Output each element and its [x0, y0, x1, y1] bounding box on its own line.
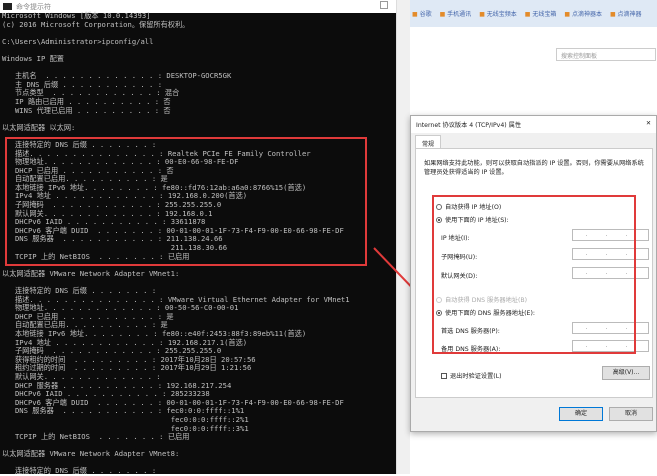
description: 如果网络支持此功能，则可以获取自动指派的 IP 设置。否则，你需要从网络系统管理…	[424, 160, 644, 176]
cancel-button[interactable]: 取消	[609, 407, 653, 421]
ok-button[interactable]: 确定	[559, 407, 603, 421]
advanced-button[interactable]: 高级(V)...	[602, 366, 650, 380]
validate-checkbox[interactable]: 退出时验证设置(L)	[441, 371, 502, 380]
highlight-box-ip-settings	[432, 195, 636, 354]
close-icon[interactable]: ✕	[646, 120, 651, 129]
dialog-title-bar: Internet 协议版本 4 (TCP/IPv4) 属性 ✕	[411, 116, 656, 133]
dialog-title: Internet 协议版本 4 (TCP/IPv4) 属性	[416, 122, 522, 129]
ipv4-properties-dialog: Internet 协议版本 4 (TCP/IPv4) 属性 ✕ 常规 如果网络支…	[410, 115, 657, 432]
